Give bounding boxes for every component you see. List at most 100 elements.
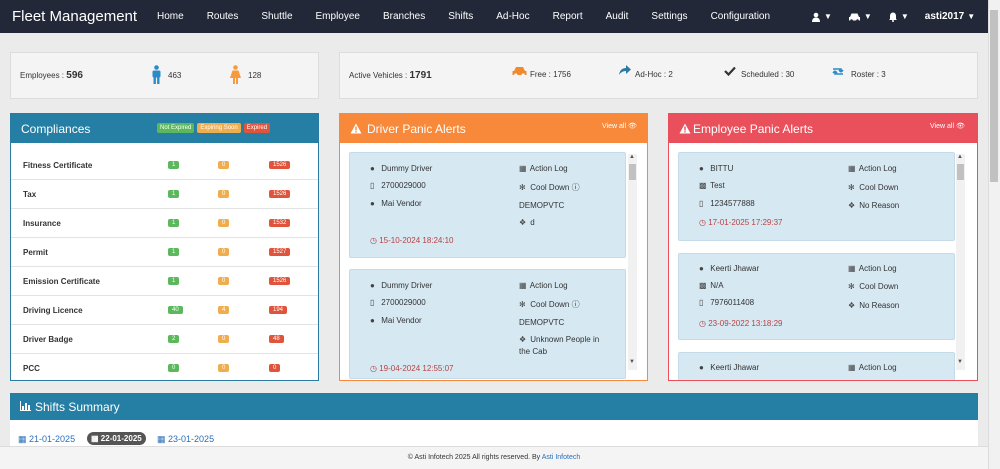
user-menu-dropdown[interactable]: ▼ <box>811 12 832 22</box>
action-log-link[interactable]: ▦ Action Log <box>519 281 568 290</box>
notifications-dropdown[interactable]: ▼ <box>888 12 909 22</box>
footer-link[interactable]: Asti Infotech <box>542 454 581 461</box>
scroll-down-icon[interactable]: ▼ <box>629 359 635 365</box>
expiring-soon-count[interactable]: 0 <box>218 335 230 343</box>
driver-phone: ▯ 2700029000 <box>370 181 426 190</box>
expired-count[interactable]: 1532 <box>269 219 291 227</box>
info-icon: ❖ <box>519 218 527 227</box>
expired-count[interactable]: 1526 <box>269 277 291 285</box>
expiring-soon-count[interactable]: 4 <box>218 306 230 314</box>
calendar-icon: ▦ <box>18 434 27 444</box>
not-expired-count[interactable]: 1 <box>168 190 180 198</box>
expiring-soon-count[interactable]: 0 <box>218 190 230 198</box>
user-icon: ● <box>699 264 704 273</box>
nav-adhoc[interactable]: Ad-Hoc <box>496 11 529 22</box>
warning-icon <box>350 123 362 134</box>
expiring-soon-count[interactable]: 0 <box>218 219 230 227</box>
organization-label: DEMOPVTC <box>519 318 565 327</box>
employee-view-all-link[interactable]: View all 👁 <box>930 122 965 131</box>
nav-shuttle[interactable]: Shuttle <box>261 11 292 22</box>
compliance-row[interactable]: Permit 1 0 1527 <box>11 238 318 267</box>
not-expired-count[interactable]: 1 <box>168 248 180 256</box>
page-scrollbar-thumb[interactable] <box>990 10 998 182</box>
date-tab-prev[interactable]: ▦ 21-01-2025 <box>18 434 75 445</box>
vehicle-label: ▩ Test <box>699 181 725 190</box>
action-log-link[interactable]: ▦ Action Log <box>848 264 897 273</box>
expiring-soon-count[interactable]: 0 <box>218 248 230 256</box>
compliance-row[interactable]: Emission Certificate 1 0 1526 <box>11 267 318 296</box>
compliance-row[interactable]: Tax 1 0 1526 <box>11 180 318 209</box>
vehicle-label: ▩ N/A <box>699 281 724 290</box>
compliance-label: Tax <box>23 190 37 199</box>
not-expired-count[interactable]: 1 <box>168 277 180 285</box>
date-tab-next[interactable]: ▦ 23-01-2025 <box>157 434 214 445</box>
expiring-soon-count[interactable]: 0 <box>218 364 230 372</box>
cool-down-button[interactable]: ✻ Cool Down <box>848 183 898 192</box>
employee-list-scroll-thumb[interactable] <box>957 164 964 180</box>
nav-routes[interactable]: Routes <box>207 11 239 22</box>
alert-reason: ❖ Unknown People in <box>519 335 600 344</box>
warning-icon <box>679 123 691 134</box>
date-tab-active[interactable]: ▦ 22-01-2025 <box>87 432 146 445</box>
compliance-row[interactable]: Driver Badge 2 0 48 <box>11 325 318 354</box>
action-log-link[interactable]: ▦ Action Log <box>519 164 568 173</box>
compliance-row[interactable]: Insurance 1 0 1532 <box>11 209 318 238</box>
not-expired-count[interactable]: 0 <box>168 364 180 372</box>
expiring-soon-count[interactable]: 0 <box>218 161 230 169</box>
compliance-label: Insurance <box>23 219 61 228</box>
expired-count[interactable]: 1527 <box>269 248 291 256</box>
compliance-row[interactable]: Fitness Certificate 1 0 1526 <box>11 151 318 180</box>
nav-home[interactable]: Home <box>157 11 184 22</box>
compliance-row[interactable]: PCC 0 0 0 <box>11 354 318 383</box>
adhoc-vehicles: Ad-Hoc : 2 <box>635 70 673 79</box>
nav-shifts[interactable]: Shifts <box>448 11 473 22</box>
active-vehicles-value: 1791 <box>409 70 432 81</box>
employee-list-scrollbar[interactable] <box>956 154 965 370</box>
expired-count[interactable]: 1526 <box>269 161 291 169</box>
nav-branches[interactable]: Branches <box>383 11 425 22</box>
calendar-icon: ▦ <box>91 434 99 443</box>
nav-configuration[interactable]: Configuration <box>711 11 770 22</box>
not-expired-count[interactable]: 2 <box>168 335 180 343</box>
brand-logo[interactable]: Fleet Management <box>12 8 137 25</box>
nav-settings[interactable]: Settings <box>651 11 687 22</box>
driver-list-scrollbar[interactable] <box>628 154 637 370</box>
not-expired-count[interactable]: 1 <box>168 219 180 227</box>
mobile-icon: ▯ <box>370 181 375 190</box>
check-icon <box>724 66 736 76</box>
driver-name: ● Dummy Driver <box>370 281 433 290</box>
footer-text: © Asti Infotech 2025 All rights reserved… <box>407 454 541 461</box>
nav-report[interactable]: Report <box>553 11 583 22</box>
mobile-icon: ▯ <box>699 199 704 208</box>
not-expired-count[interactable]: 1 <box>168 161 180 169</box>
expired-count[interactable]: 1526 <box>269 190 291 198</box>
scroll-down-icon[interactable]: ▼ <box>957 359 963 365</box>
clock-icon: ◷ <box>699 218 706 227</box>
compliance-row[interactable]: Driving Licence 40 4 194 <box>11 296 318 325</box>
account-dropdown[interactable]: asti2017 ▼ <box>925 11 975 22</box>
nav-employee[interactable]: Employee <box>316 11 360 22</box>
expired-count[interactable]: 194 <box>269 306 288 314</box>
nav-audit[interactable]: Audit <box>606 11 629 22</box>
info-circle-icon: ⓘ <box>571 183 580 192</box>
scroll-up-icon[interactable]: ▲ <box>957 154 963 160</box>
clock-icon: ◷ <box>370 364 377 373</box>
bar-chart-icon: ▦ <box>519 164 527 173</box>
scroll-up-icon[interactable]: ▲ <box>629 154 635 160</box>
action-log-link[interactable]: ▦ Action Log <box>848 363 897 372</box>
cool-down-button[interactable]: ✻ Cool Down ⓘ <box>519 299 580 310</box>
vehicle-menu-dropdown[interactable]: ▼ <box>848 12 872 22</box>
driver-list-scroll-thumb[interactable] <box>629 164 636 180</box>
not-expired-count[interactable]: 40 <box>168 306 183 314</box>
info-icon: ❖ <box>519 335 527 344</box>
employees-stat: Employees : 596 <box>20 70 83 81</box>
expired-count[interactable]: 0 <box>269 364 281 372</box>
cool-down-button[interactable]: ✻ Cool Down <box>848 282 898 291</box>
view-all-label: View all <box>930 122 954 130</box>
expired-count[interactable]: 48 <box>269 335 284 343</box>
action-log-link[interactable]: ▦ Action Log <box>848 164 897 173</box>
expiring-soon-count[interactable]: 0 <box>218 277 230 285</box>
driver-view-all-link[interactable]: View all 👁 <box>602 122 637 131</box>
cool-down-button[interactable]: ✻ Cool Down ⓘ <box>519 182 580 193</box>
eye-icon: 👁 <box>628 123 637 130</box>
